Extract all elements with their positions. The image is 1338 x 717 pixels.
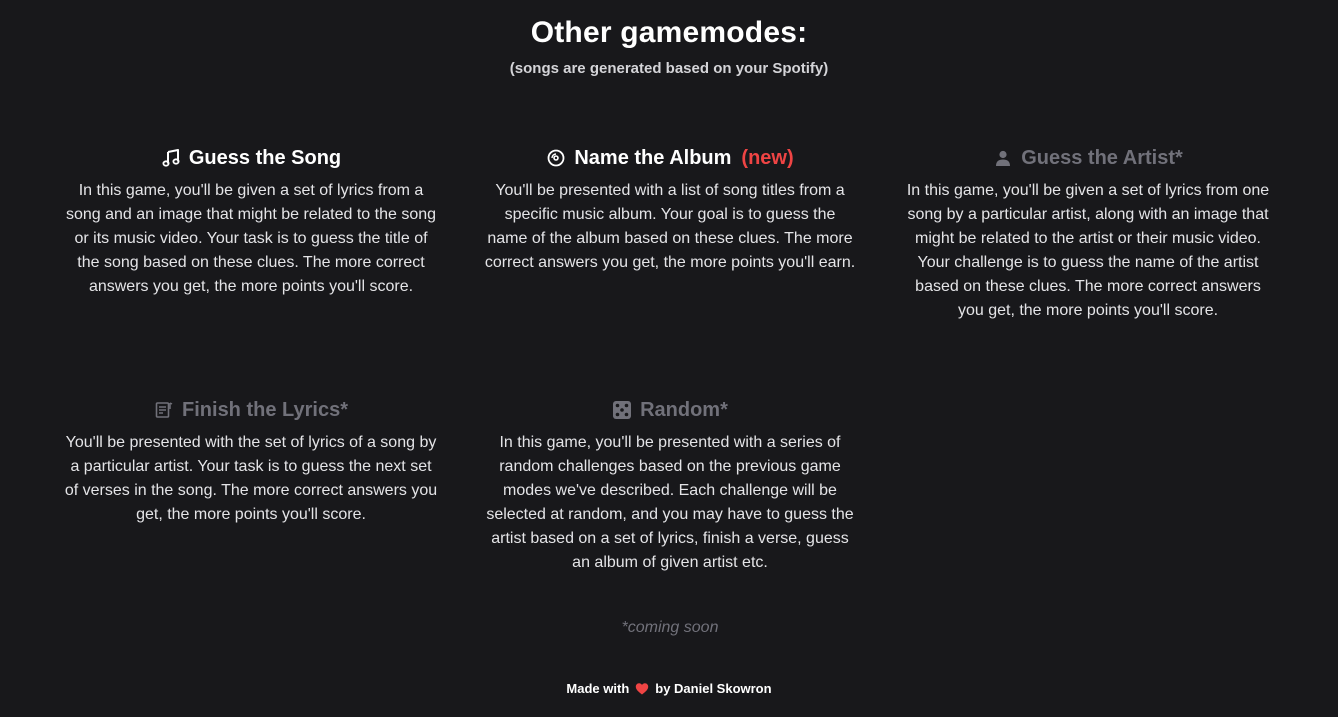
gamemode-guess-artist: Guess the Artist* In this game, you'll b… — [901, 144, 1275, 323]
gamemode-description: You'll be presented with the set of lyri… — [64, 434, 438, 523]
album-disc-icon — [546, 148, 566, 168]
gamemode-description: In this game, you'll be given a set of l… — [65, 182, 437, 295]
gamemode-title-text: Finish the Lyrics* — [182, 398, 348, 421]
gamemode-title: Random* — [483, 396, 857, 424]
gamemode-title[interactable]: Guess the Song — [64, 144, 438, 172]
gamemode-random: Random* In this game, you'll be presente… — [483, 396, 857, 575]
lyrics-sheet-icon — [154, 400, 174, 420]
page: Other gamemodes: (songs are generated ba… — [0, 0, 1338, 717]
gamemode-name-album[interactable]: Name the Album (new) You'll be presented… — [483, 144, 857, 275]
gamemode-title: Guess the Artist* — [901, 144, 1275, 172]
gamemode-description: In this game, you'll be presented with a… — [486, 434, 854, 571]
coming-soon-note: *coming soon — [621, 619, 719, 636]
footer-made-with: Made with — [566, 681, 630, 696]
dice-icon — [612, 400, 632, 420]
page-title: Other gamemodes: — [530, 16, 808, 49]
music-note-icon — [161, 148, 181, 168]
gamemode-title: Finish the Lyrics* — [64, 396, 438, 424]
footer: Made with by Daniel Skowron — [0, 681, 1338, 696]
gamemode-finish-lyrics: Finish the Lyrics* You'll be presented w… — [64, 396, 438, 527]
new-badge: (new) — [741, 146, 794, 169]
footer-author: by Daniel Skowron — [655, 681, 772, 696]
person-icon — [993, 148, 1013, 168]
gamemode-title-text: Guess the Artist* — [1021, 146, 1183, 169]
gamemode-title-text: Guess the Song — [188, 146, 342, 169]
gamemode-title-text: Random* — [640, 398, 728, 421]
gamemode-title[interactable]: Name the Album (new) — [483, 144, 857, 172]
gamemode-description: In this game, you'll be given a set of l… — [906, 182, 1270, 319]
gamemode-description: You'll be presented with a list of song … — [484, 182, 856, 271]
heart-icon — [635, 682, 649, 696]
gamemode-title-text: Name the Album — [574, 146, 732, 169]
gamemode-guess-song[interactable]: Guess the Song In this game, you'll be g… — [64, 144, 438, 299]
page-subtitle: (songs are generated based on your Spoti… — [509, 60, 829, 77]
